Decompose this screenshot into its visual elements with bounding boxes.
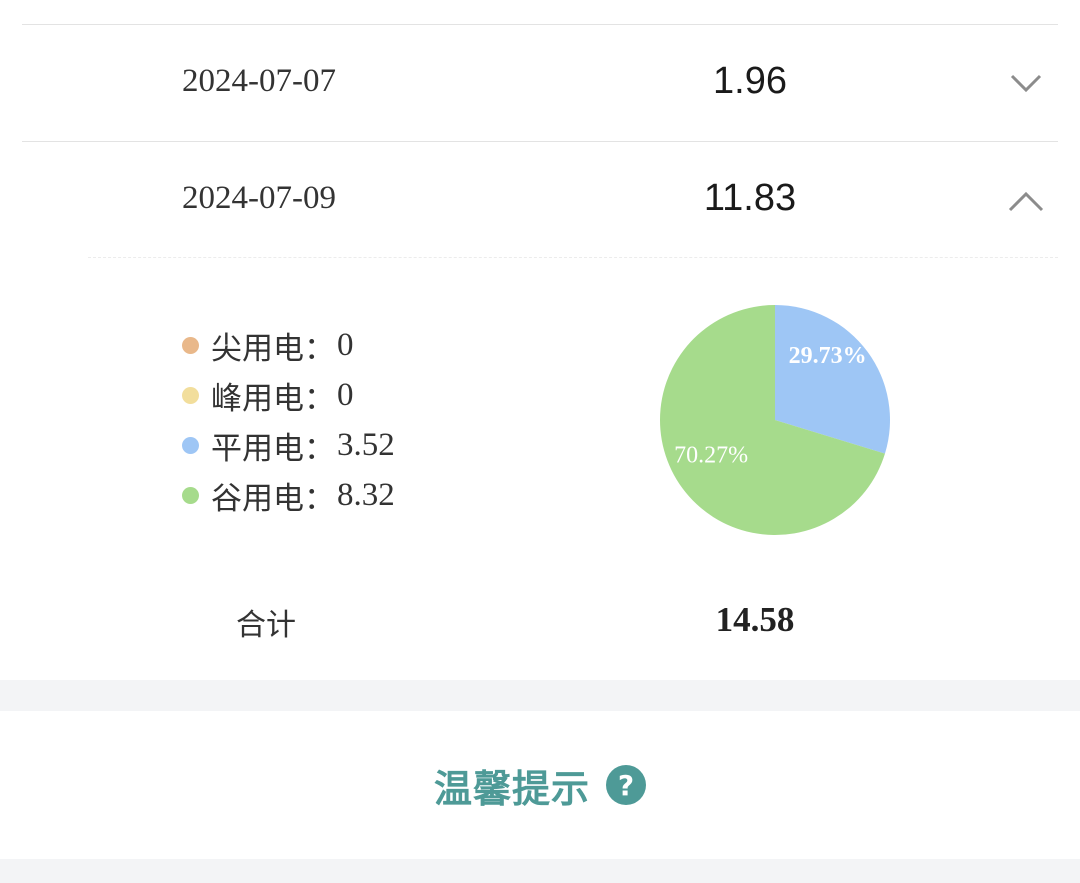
detail-divider: [88, 257, 1058, 258]
total-value: 14.58: [715, 600, 795, 639]
bottom-gap: [0, 859, 1080, 883]
total-label: 合计: [236, 608, 296, 643]
pie-label-1: 70.27%: [674, 442, 748, 468]
usage-pie-chart: 29.73% 70.27%: [660, 305, 890, 535]
record-value: 1.96: [713, 60, 787, 102]
legend-dot: [182, 486, 199, 504]
tips-title[interactable]: 温馨提示: [434, 758, 590, 813]
pie-label-0: 29.73%: [789, 343, 867, 369]
section-gap: [0, 680, 1080, 711]
legend-label: 峰用电：: [211, 380, 335, 417]
legend-item-peak: 峰用电： 0: [182, 370, 395, 420]
legend-dot: [182, 336, 199, 354]
legend-label: 平用电：: [211, 430, 335, 467]
legend-dot: [182, 386, 199, 404]
legend-item-valley: 谷用电： 8.32: [182, 470, 395, 520]
legend-label: 尖用电：: [211, 330, 335, 367]
record-date: 2024-07-07: [182, 63, 336, 99]
chevron-down-icon[interactable]: [1004, 61, 1048, 105]
record-value: 11.83: [703, 177, 797, 219]
legend-item-flat: 平用电： 3.52: [182, 420, 395, 470]
legend-value: 0: [337, 376, 354, 413]
legend-value: 3.52: [337, 426, 395, 463]
usage-card: 2024-07-07 1.96 2024-07-09 11.83 尖用电： 0 …: [0, 0, 1080, 680]
record-row-0707[interactable]: 2024-07-07 1.96: [22, 25, 1058, 140]
record-row-0709[interactable]: 2024-07-09 11.83: [22, 142, 1058, 257]
usage-legend: 尖用电： 0 峰用电： 0 平用电： 3.52 谷用电： 8.32: [182, 320, 395, 520]
chevron-up-icon[interactable]: [1004, 180, 1048, 224]
legend-dot: [182, 436, 199, 454]
tips-section[interactable]: 温馨提示 ?: [0, 711, 1080, 859]
legend-item-sharp: 尖用电： 0: [182, 320, 395, 370]
legend-value: 0: [337, 326, 354, 363]
legend-value: 8.32: [337, 476, 395, 513]
help-icon[interactable]: ?: [606, 765, 646, 805]
legend-label: 谷用电：: [211, 480, 335, 517]
record-date: 2024-07-09: [182, 180, 336, 216]
